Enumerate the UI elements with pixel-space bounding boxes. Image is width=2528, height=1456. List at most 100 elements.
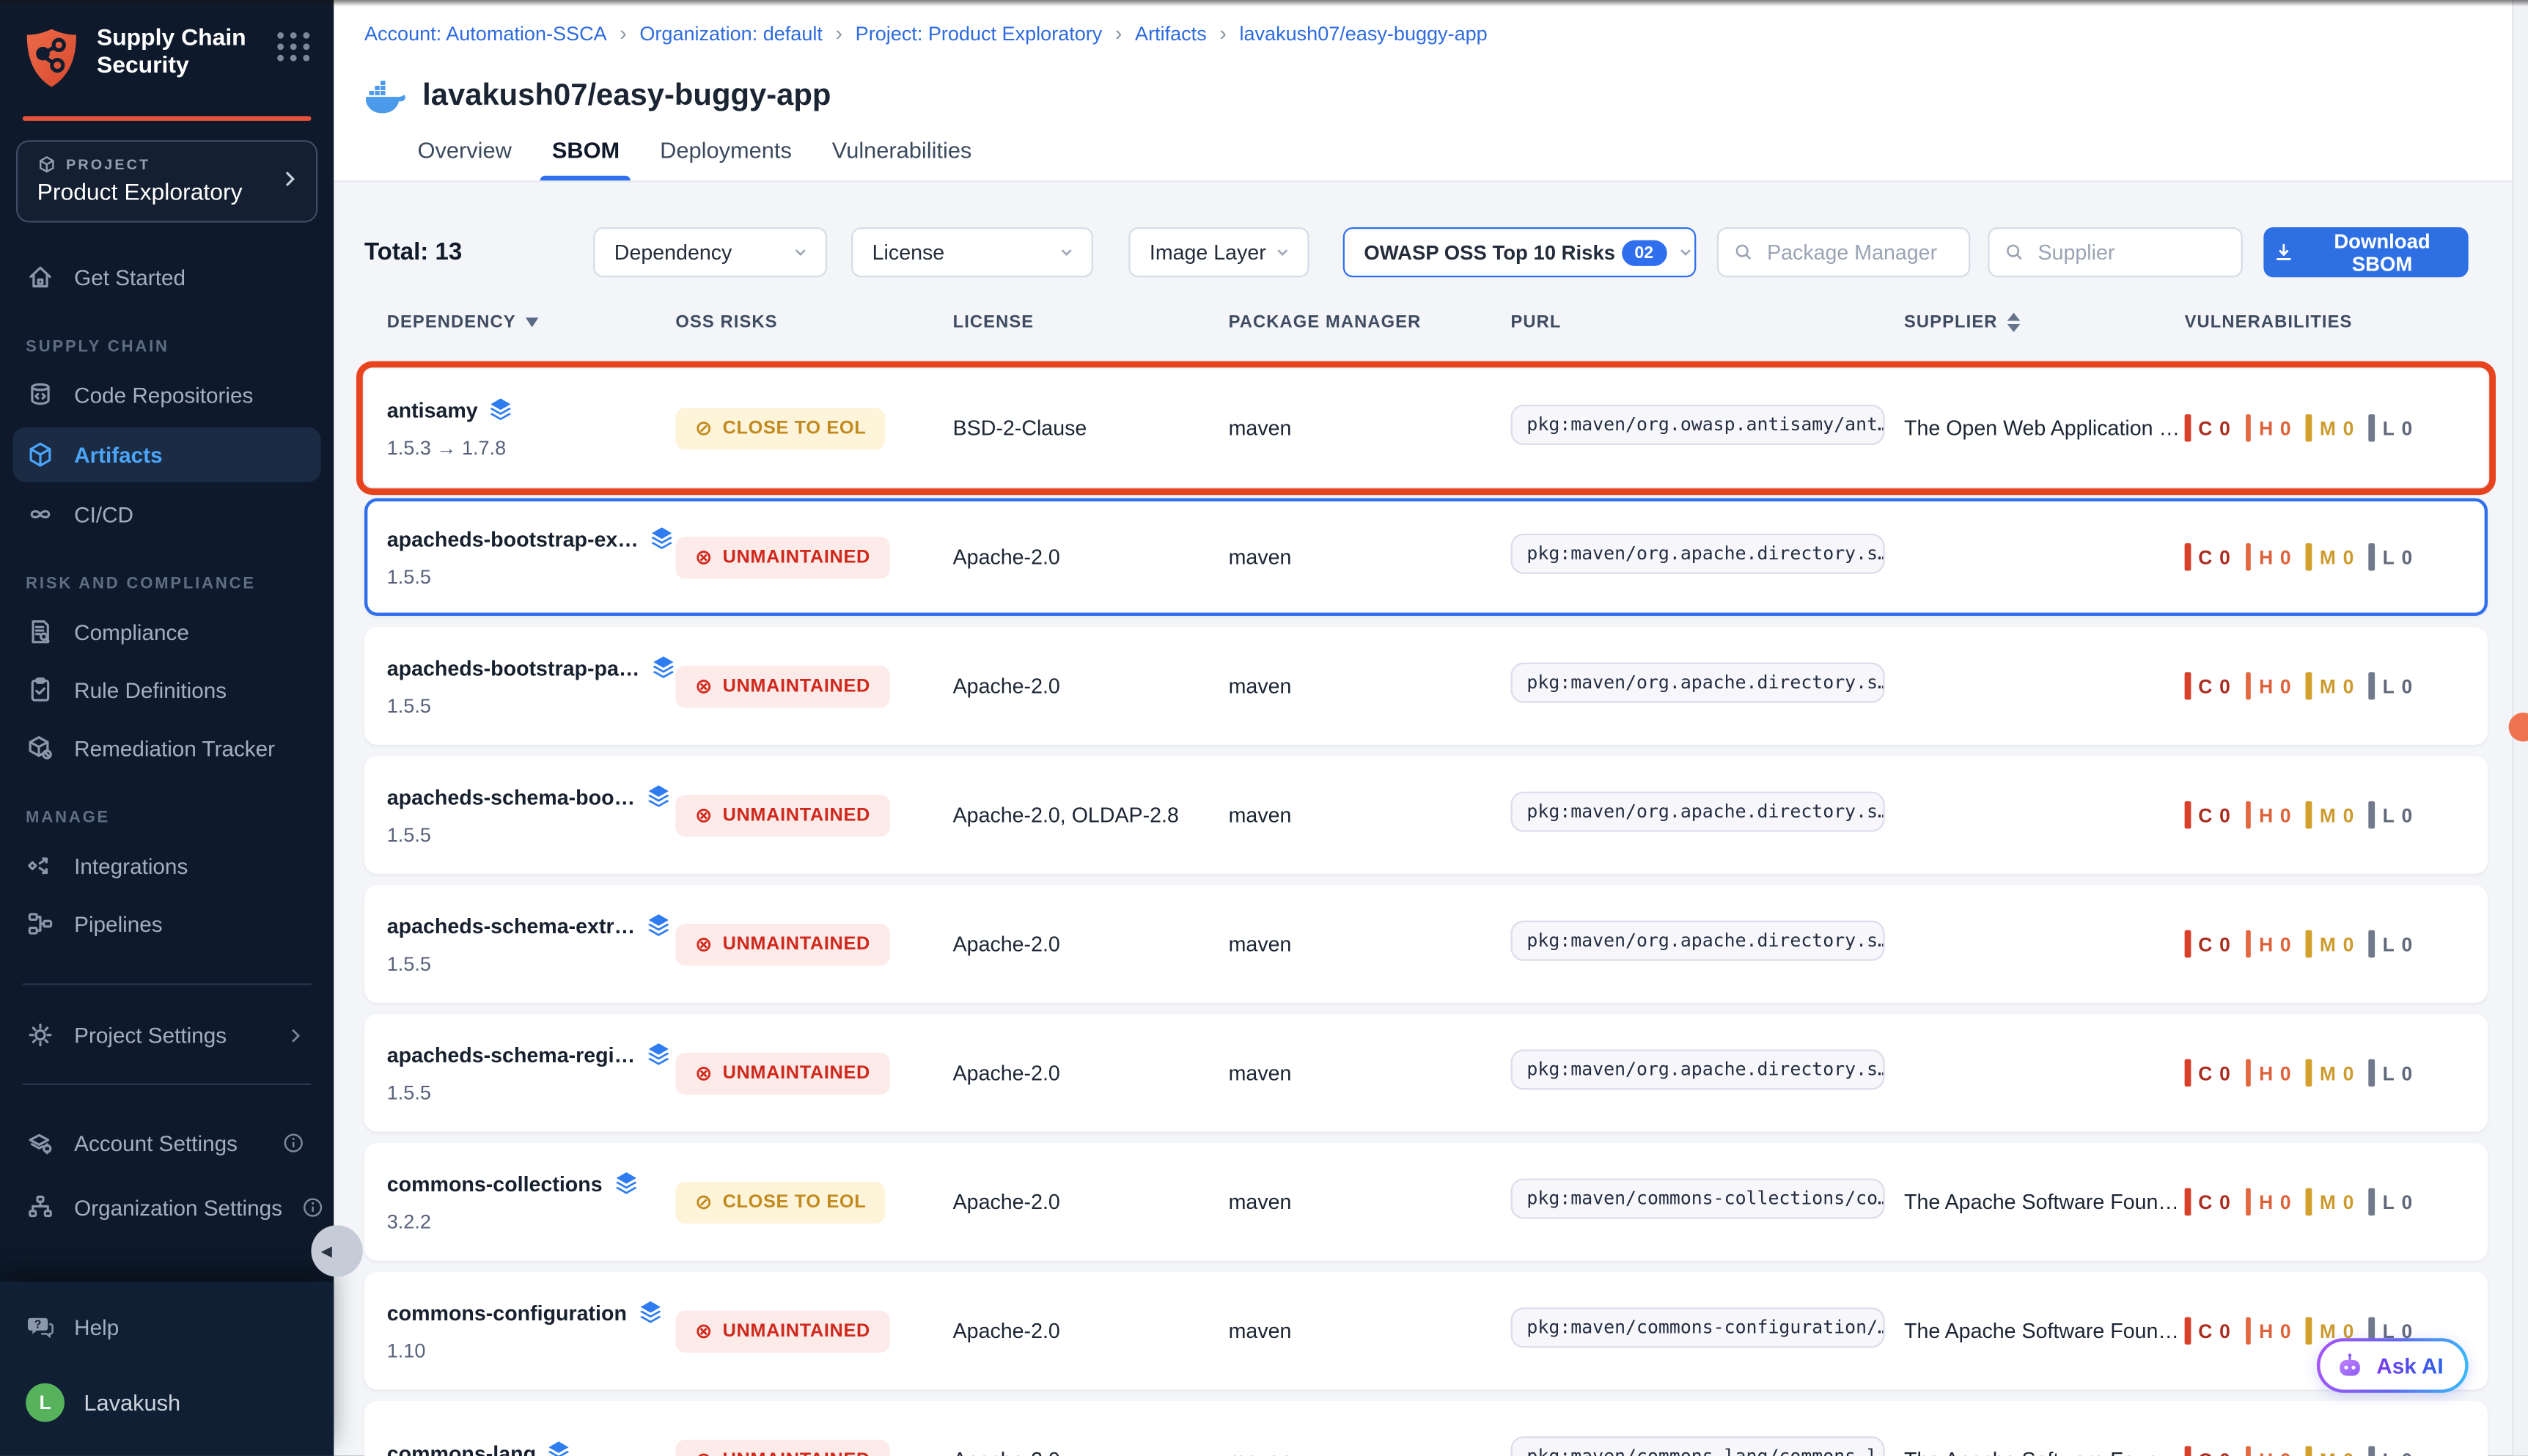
sidebar-item-get-started[interactable]: Get Started xyxy=(13,251,321,303)
dependency-filter-dropdown[interactable]: Dependency xyxy=(593,227,827,277)
dependency-version: 1.10 xyxy=(387,1339,676,1362)
sidebar-item[interactable]: CI/CD xyxy=(13,488,321,540)
table-row[interactable]: commons-configuration 1.10 xyxy=(364,1272,2488,1390)
supplier-input[interactable] xyxy=(2035,238,2228,265)
purl-chip[interactable]: pkg:maven/commons-configuration/… xyxy=(1510,1306,1884,1347)
breadcrumb-separator: › xyxy=(620,21,627,45)
sidebar-item[interactable]: Remediation Tracker xyxy=(13,722,321,773)
sidebar-collapse-handle[interactable]: ◀ xyxy=(311,1225,362,1276)
vuln-count: C0 xyxy=(2185,1317,2231,1345)
sidebar-item-project-settings[interactable]: Project Settings xyxy=(13,1007,321,1062)
tab[interactable]: SBOM xyxy=(552,137,620,180)
vuln-count: C0 xyxy=(2185,1059,2231,1087)
license-filter-dropdown[interactable]: License xyxy=(851,227,1093,277)
layers-icon xyxy=(647,1042,671,1067)
dependency-version: 1.5.3 → 1.7.8 xyxy=(387,437,676,460)
table-row[interactable]: apacheds-bootstrap-ex… 1.5.5 xyxy=(364,498,2488,616)
sidebar-item-label: CI/CD xyxy=(74,502,133,526)
shield-logo-icon xyxy=(23,26,81,98)
table-row[interactable]: apacheds-schema-regi… 1.5.5 xyxy=(364,1014,2488,1132)
dependency-name: apacheds-bootstrap-ex… xyxy=(387,526,639,551)
download-sbom-button[interactable]: Download SBOM xyxy=(2263,227,2468,277)
risk-badge-icon: ⊗ xyxy=(695,1062,713,1084)
nav-section-heading: RISK AND COMPLIANCE xyxy=(26,576,334,593)
purl-chip[interactable]: pkg:maven/org.apache.directory.s… xyxy=(1510,791,1884,831)
severity-bar xyxy=(2185,1446,2191,1456)
sidebar-item[interactable]: Compliance xyxy=(13,606,321,658)
license-cell: Apache-2.0 xyxy=(953,1448,1229,1456)
vuln-count: C0 xyxy=(2185,543,2231,570)
purl-chip[interactable]: pkg:maven/org.apache.directory.s… xyxy=(1510,533,1884,573)
divider xyxy=(23,983,312,985)
purl-chip[interactable]: pkg:maven/org.apache.directory.s… xyxy=(1510,662,1884,702)
column-header-supplier[interactable]: SUPPLIER xyxy=(1904,313,2185,332)
severity-bar xyxy=(2185,801,2191,828)
sidebar-user[interactable]: L Lavakush xyxy=(13,1377,321,1428)
severity-bar xyxy=(2306,930,2312,957)
sidebar-item-account-settings[interactable]: Account Settings xyxy=(13,1116,321,1171)
dependency-name: commons-collections xyxy=(387,1172,603,1196)
breadcrumb-link[interactable]: Project: Product Exploratory xyxy=(856,22,1103,45)
info-icon[interactable] xyxy=(282,1132,305,1155)
sidebar-item[interactable]: Rule Definitions xyxy=(13,664,321,716)
info-icon[interactable] xyxy=(301,1196,324,1219)
tab[interactable]: Vulnerabilities xyxy=(832,137,972,180)
chevron-down-icon xyxy=(1274,243,1291,261)
table-row[interactable]: apacheds-schema-extr… 1.5.5 xyxy=(364,885,2488,1003)
purl-chip[interactable]: pkg:maven/org.apache.directory.s… xyxy=(1510,1048,1884,1089)
license-cell: Apache-2.0, OLDAP-2.8 xyxy=(953,803,1229,827)
app-root: Supply Chain Security PROJECT Product Ex… xyxy=(0,0,2528,1456)
tab[interactable]: Deployments xyxy=(660,137,792,180)
tab[interactable]: Overview xyxy=(418,137,512,180)
purl-chip[interactable]: pkg:maven/commons-collections/co… xyxy=(1510,1177,1884,1218)
table-row[interactable]: apacheds-schema-boo… 1.5.5 xyxy=(364,756,2488,874)
sidebar-item[interactable]: Pipelines xyxy=(13,898,321,949)
help-chat-icon: ? xyxy=(26,1312,55,1342)
sort-desc-icon xyxy=(526,317,539,327)
page-header: Account: Automation-SSCA › Organization: d… xyxy=(334,0,2528,182)
table-row[interactable]: commons-collections 3.2.2 xyxy=(364,1143,2488,1261)
purl-chip[interactable]: pkg:maven/org.apache.directory.s… xyxy=(1510,920,1884,960)
purl-chip[interactable]: pkg:maven/commons-lang/commons-l… xyxy=(1510,1435,1884,1456)
package-manager-cell: maven xyxy=(1229,932,1511,956)
vulnerability-counts: C0 H0 M0 xyxy=(2185,414,2488,441)
package-manager-cell: maven xyxy=(1229,1190,1511,1214)
breadcrumb-item: Artifacts› xyxy=(1135,21,1239,45)
breadcrumb-link[interactable]: lavakush07/easy-buggy-app xyxy=(1239,22,1487,45)
purl-chip[interactable]: pkg:maven/org.owasp.antisamy/ant… xyxy=(1510,404,1884,444)
sidebar-item-organization-settings[interactable]: Organization Settings xyxy=(13,1180,321,1235)
dependency-version: 1.5.5 xyxy=(387,824,676,847)
apps-grid-icon[interactable] xyxy=(277,32,311,62)
severity-bar xyxy=(2185,1188,2191,1216)
dependency-cell: apacheds-bootstrap-ex… 1.5.5 xyxy=(387,526,676,589)
dependency-name: apacheds-schema-boo… xyxy=(387,784,635,809)
project-selector[interactable]: PROJECT Product Exploratory xyxy=(16,140,317,222)
license-cell: Apache-2.0 xyxy=(953,545,1229,569)
sidebar-item-label: Rule Definitions xyxy=(74,678,227,702)
sidebar-item[interactable]: Artifacts xyxy=(13,427,321,482)
breadcrumb-link[interactable]: Organization: default xyxy=(639,22,823,45)
ask-ai-button[interactable]: Ask AI xyxy=(2317,1338,2468,1393)
dependency-name: apacheds-bootstrap-pa… xyxy=(387,655,640,680)
dependency-cell: commons-collections 3.2.2 xyxy=(387,1170,676,1233)
severity-bar xyxy=(2306,672,2312,699)
vulnerability-counts: C0 H0 M0 xyxy=(2185,543,2485,570)
sidebar-item-help[interactable]: ? Help xyxy=(13,1301,321,1353)
sidebar-item[interactable]: Integrations xyxy=(13,840,321,891)
severity-bar xyxy=(2369,1059,2375,1087)
breadcrumb-link[interactable]: Account: Automation-SSCA xyxy=(364,22,607,45)
nav-group: MANAGE Integrations Pipelines xyxy=(0,809,334,949)
chevron-right-icon xyxy=(287,1026,304,1044)
sidebar-item[interactable]: Code Repositories xyxy=(13,369,321,421)
risk-badge: ⊗ UNMAINTAINED xyxy=(675,536,889,578)
table-row[interactable]: antisamy 1.5.3 → 1.7.8 ⊘ xyxy=(364,369,2488,488)
sidebar-item-label: Integrations xyxy=(74,853,188,878)
package-manager-input[interactable] xyxy=(1764,238,1956,265)
supplier-cell: The Apache Software Foun… xyxy=(1904,1190,2185,1214)
table-row[interactable]: commons-lang ⊗ xyxy=(364,1401,2488,1456)
breadcrumb-link[interactable]: Artifacts xyxy=(1135,22,1207,45)
owasp-risks-filter-dropdown[interactable]: OWASP OSS Top 10 Risks 02 xyxy=(1343,227,1697,277)
image-layer-filter-dropdown[interactable]: Image Layer xyxy=(1128,227,1309,277)
column-header-dependency[interactable]: DEPENDENCY xyxy=(387,313,676,332)
table-row[interactable]: apacheds-bootstrap-pa… 1.5.5 xyxy=(364,627,2488,745)
